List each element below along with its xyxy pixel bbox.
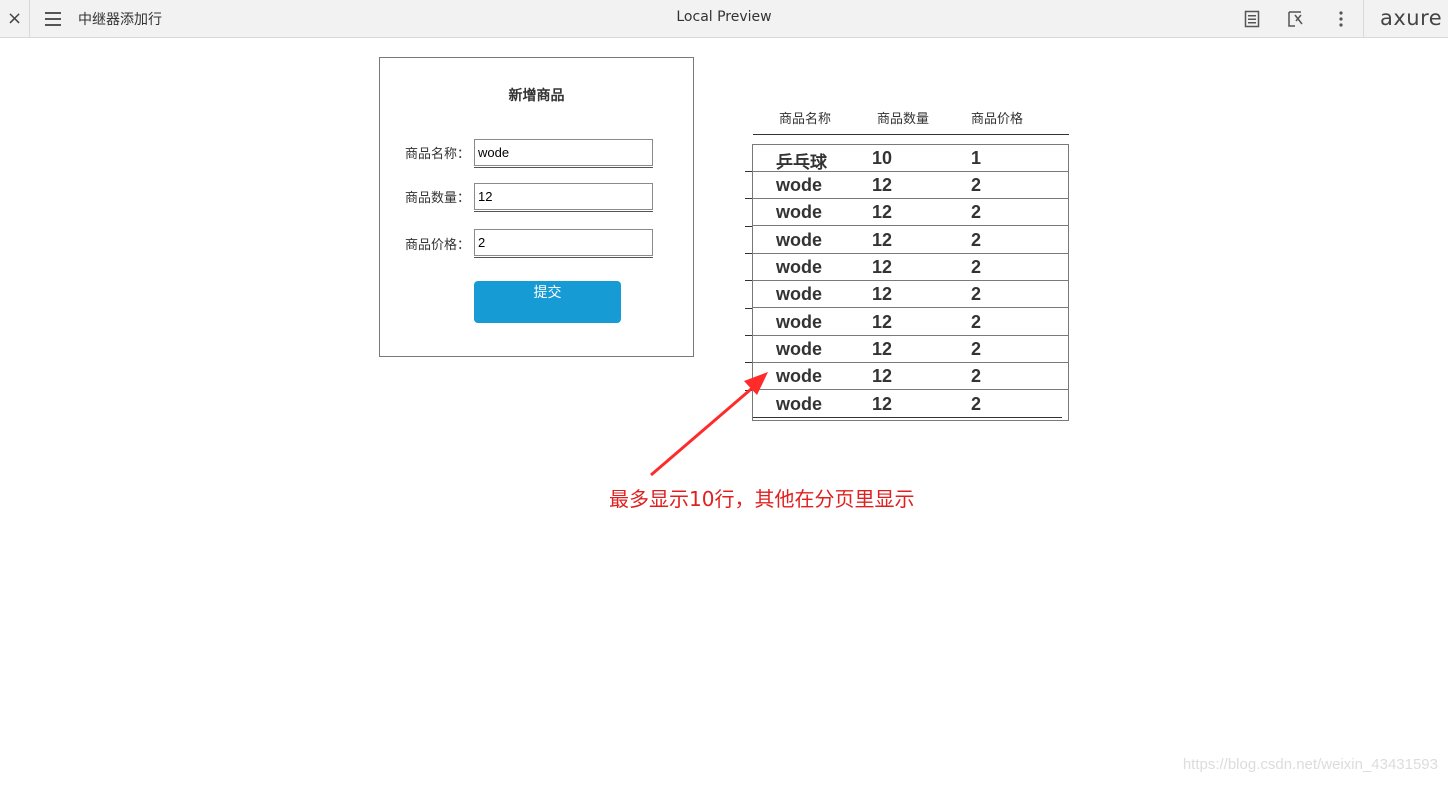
top-toolbar: × 中继器添加行 Local Preview axure — [0, 0, 1448, 38]
cell-qty: 10 — [872, 148, 893, 168]
table-row: wode 12 2 — [753, 254, 1068, 281]
name-underline — [474, 167, 653, 168]
cell-name: 乒乓球 — [776, 153, 827, 173]
table-bottom-line — [753, 417, 1062, 418]
cell-name: wode — [776, 394, 823, 414]
axure-logo-area: axure — [1363, 0, 1448, 37]
cell-qty: 12 — [872, 257, 893, 277]
more-vertical-icon — [1339, 11, 1343, 27]
page-name[interactable]: 中继器添加行 — [78, 9, 162, 29]
cell-price: 2 — [971, 202, 982, 222]
name-label: 商品名称： — [405, 147, 471, 162]
notes-button[interactable] — [1242, 9, 1262, 29]
cell-name: wode — [776, 366, 823, 386]
add-product-form: 新增商品 商品名称： 商品数量： 商品价格： 提交 — [379, 57, 694, 357]
product-price-input[interactable] — [474, 229, 653, 256]
interactions-button[interactable] — [1286, 9, 1306, 29]
cell-name: wode — [776, 175, 823, 195]
price-label: 商品价格： — [405, 238, 471, 253]
annotation-arrow — [650, 372, 768, 477]
product-qty-input[interactable] — [474, 183, 653, 210]
cell-qty: 12 — [872, 202, 893, 222]
cell-qty: 12 — [872, 339, 893, 359]
table-row: wode 12 2 — [753, 227, 1068, 254]
more-button[interactable] — [1331, 9, 1351, 29]
cell-price: 2 — [971, 366, 982, 386]
product-name-input[interactable] — [474, 139, 653, 166]
annotation-text: 最多显示10行，其他在分页里显示 — [609, 487, 915, 511]
menu-button[interactable] — [42, 9, 64, 29]
cell-name: wode — [776, 202, 823, 222]
qty-label: 商品数量： — [405, 191, 471, 206]
table-row: wode 12 2 — [753, 172, 1068, 199]
close-icon: × — [6, 8, 23, 29]
table-row: wode 12 2 — [753, 336, 1068, 363]
cell-price: 2 — [971, 284, 982, 304]
cell-price: 2 — [971, 394, 982, 414]
cell-price: 1 — [971, 148, 982, 168]
product-repeater: 乒乓球 10 1 wode 12 2 wode 12 2 wode 12 2 w… — [752, 144, 1069, 421]
cell-qty: 12 — [872, 312, 893, 332]
axure-logo: axure — [1380, 6, 1443, 30]
submit-button[interactable]: 提交 — [474, 281, 621, 323]
header-name: 商品名称 — [779, 112, 832, 127]
table-row: wode 12 2 — [753, 363, 1068, 390]
cell-name: wode — [776, 312, 823, 332]
header-price: 商品价格 — [971, 112, 1024, 127]
table-row: wode 12 2 — [753, 281, 1068, 308]
cell-name: wode — [776, 284, 823, 304]
cell-name: wode — [776, 339, 823, 359]
close-button[interactable]: × — [0, 0, 30, 37]
cell-qty: 12 — [872, 366, 893, 386]
header-divider — [753, 134, 1069, 135]
cell-qty: 12 — [872, 284, 893, 304]
hamburger-icon — [45, 12, 61, 26]
cell-name: wode — [776, 257, 823, 277]
qty-underline — [474, 211, 653, 212]
header-qty: 商品数量 — [877, 112, 930, 127]
interaction-icon — [1288, 11, 1303, 27]
cell-qty: 12 — [872, 230, 893, 250]
cell-price: 2 — [971, 175, 982, 195]
cell-price: 2 — [971, 312, 982, 332]
cell-price: 2 — [971, 230, 982, 250]
table-row: wode 12 2 — [753, 309, 1068, 336]
table-row: wode 12 2 — [753, 199, 1068, 226]
cell-name: wode — [776, 230, 823, 250]
price-underline — [474, 257, 653, 258]
watermark: https://blog.csdn.net/weixin_43431593 — [1182, 756, 1438, 773]
form-title: 新增商品 — [508, 88, 565, 104]
cell-price: 2 — [971, 339, 982, 359]
preview-title: Local Preview — [676, 9, 772, 25]
table-row: wode 12 2 — [753, 391, 1068, 418]
cell-price: 2 — [971, 257, 982, 277]
cell-qty: 12 — [872, 175, 893, 195]
document-icon — [1244, 10, 1260, 28]
cell-qty: 12 — [872, 394, 893, 414]
table-row: 乒乓球 10 1 — [753, 145, 1068, 173]
